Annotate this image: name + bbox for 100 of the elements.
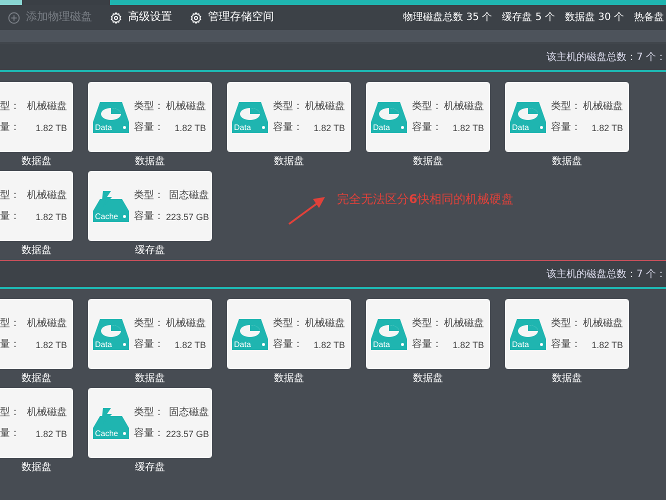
capacity-label: 容量： <box>412 338 442 350</box>
type-value: 机械磁盘 <box>26 100 67 112</box>
settings-icon <box>110 12 122 24</box>
disk-card[interactable]: 型： 机械磁盘 量： 1.82 TB <box>0 299 73 369</box>
hard-drive-icon <box>232 102 268 122</box>
capacity-value: 1.82 TB <box>452 122 484 134</box>
disk-card[interactable]: Data 类型： 机械磁盘 容量： 1.82 TB <box>366 82 490 152</box>
disk-card[interactable]: Data 类型： 机械磁盘 容量： 1.82 TB <box>505 299 629 369</box>
disk-name: 数据盘 <box>552 372 582 386</box>
capacity-value: 1.82 TB <box>174 122 206 134</box>
type-value: 机械磁盘 <box>305 318 345 330</box>
drive-label: Cache <box>93 210 129 222</box>
drive-label: Data <box>371 122 407 132</box>
lightning-drive-icon <box>93 408 129 428</box>
disk-card[interactable]: Data 类型： 机械磁盘 容量： 1.82 TB <box>505 82 629 152</box>
type-label: 型： <box>0 318 20 330</box>
capacity-value: 1.82 TB <box>312 338 345 350</box>
type-value: 机械磁盘 <box>305 100 345 112</box>
disk-card[interactable]: Data 类型： 机械磁盘 容量： 1.82 TB <box>88 299 212 369</box>
drive-label: Data <box>232 338 268 350</box>
disk-card[interactable]: 型： 机械磁盘 量： 1.82 TB <box>0 82 73 152</box>
disk-name: 数据盘 <box>22 244 52 258</box>
type-value: 机械磁盘 <box>583 100 623 112</box>
disk-card[interactable]: Data 类型： 机械磁盘 容量： 1.82 TB <box>227 82 351 152</box>
capacity-label: 容量： <box>134 338 164 350</box>
toolbar-button[interactable]: 高级设置 <box>110 9 172 26</box>
hard-drive-icon <box>93 318 129 338</box>
capacity-label: 容量： <box>412 122 442 134</box>
capacity-label: 量： <box>0 122 20 134</box>
disk-card[interactable]: Cache 类型： 固态磁盘 容量： 223.57 GB <box>88 171 212 241</box>
capacity-value: 1.82 TB <box>34 428 67 440</box>
drive-label: Data <box>232 122 268 132</box>
disk-name: 数据盘 <box>22 155 52 169</box>
drive-label: Data <box>510 338 546 350</box>
disk-name: 数据盘 <box>413 155 443 169</box>
capacity-label: 容量： <box>134 122 164 134</box>
hard-drive-icon <box>232 318 268 338</box>
disk-name: 数据盘 <box>135 372 165 386</box>
type-value: 机械磁盘 <box>444 318 484 330</box>
hard-drive-icon <box>371 318 407 338</box>
capacity-value: 1.82 TB <box>34 210 67 222</box>
type-value: 机械磁盘 <box>583 318 623 330</box>
hard-drive-icon <box>371 102 407 122</box>
disk-name: 数据盘 <box>274 372 304 386</box>
disk-card[interactable]: Data 类型： 机械磁盘 容量： 1.82 TB <box>88 82 212 152</box>
hard-drive-icon <box>510 318 546 338</box>
capacity-label: 容量： <box>273 122 303 134</box>
disk-card[interactable]: Data 类型： 机械磁盘 容量： 1.82 TB <box>227 299 351 369</box>
capacity-value: 1.82 TB <box>174 338 206 350</box>
disk-name: 缓存盘 <box>135 460 165 475</box>
capacity-value: 1.82 TB <box>34 338 67 350</box>
plus-circle-icon <box>8 12 20 24</box>
drive-label: Data <box>371 338 407 350</box>
hard-drive-icon <box>510 102 546 122</box>
capacity-label: 容量： <box>134 210 164 222</box>
stat-text: 物理磁盘总数 35 个 <box>403 10 492 25</box>
disk-name: 数据盘 <box>552 155 582 169</box>
disk-count-text: 该主机的磁盘总数：7 个： <box>546 50 666 64</box>
disk-count-text: 该主机的磁盘总数：7 个： <box>546 268 666 282</box>
type-label: 类型： <box>412 100 442 112</box>
stat-text: 缓存盘 5 个 <box>502 10 555 25</box>
type-value: 机械磁盘 <box>26 190 67 202</box>
disk-card[interactable]: 型： 机械磁盘 量： 1.82 TB <box>0 388 73 458</box>
disk-name: 数据盘 <box>22 461 52 475</box>
capacity-label: 量： <box>0 338 20 350</box>
annotation-arrow <box>287 194 327 226</box>
type-value: 机械磁盘 <box>166 318 206 330</box>
capacity-label: 量： <box>0 428 20 440</box>
capacity-value: 223.57 GB <box>166 210 210 222</box>
capacity-label: 容量： <box>551 338 581 350</box>
type-label: 类型： <box>134 100 164 112</box>
toolbar-button[interactable]: 管理存储空间 <box>190 9 274 26</box>
type-label: 类型： <box>412 318 442 330</box>
drive-label: Data <box>510 122 546 132</box>
type-label: 型： <box>0 406 20 418</box>
disk-name: 缓存盘 <box>135 244 165 258</box>
capacity-label: 容量： <box>134 428 164 440</box>
stat-text: 热备盘 <box>634 11 664 25</box>
capacity-label: 容量： <box>551 122 581 134</box>
disk-card[interactable]: 型： 机械磁盘 量： 1.82 TB <box>0 171 73 241</box>
type-label: 类型： <box>273 100 303 112</box>
type-value: 固态磁盘 <box>168 190 210 202</box>
disk-card[interactable]: Data 类型： 机械磁盘 容量： 1.82 TB <box>366 299 490 369</box>
hard-drive-icon <box>93 102 129 122</box>
type-label: 类型： <box>134 190 164 202</box>
disk-name: 数据盘 <box>274 155 304 169</box>
type-value: 机械磁盘 <box>166 100 206 112</box>
type-value: 机械磁盘 <box>444 100 484 112</box>
disk-card[interactable]: Cache 类型： 固态磁盘 容量： 223.57 GB <box>88 388 212 458</box>
type-value: 固态磁盘 <box>168 406 210 418</box>
lightning-drive-icon <box>93 190 129 210</box>
type-label: 类型： <box>134 406 164 418</box>
settings-icon <box>190 12 202 24</box>
capacity-value: 223.57 GB <box>166 428 210 440</box>
type-value: 机械磁盘 <box>26 406 67 418</box>
type-label: 类型： <box>551 318 581 330</box>
capacity-label: 容量： <box>273 338 303 350</box>
disk-name: 数据盘 <box>22 372 52 386</box>
drive-label: Data <box>93 338 129 350</box>
type-label: 型： <box>0 190 20 202</box>
